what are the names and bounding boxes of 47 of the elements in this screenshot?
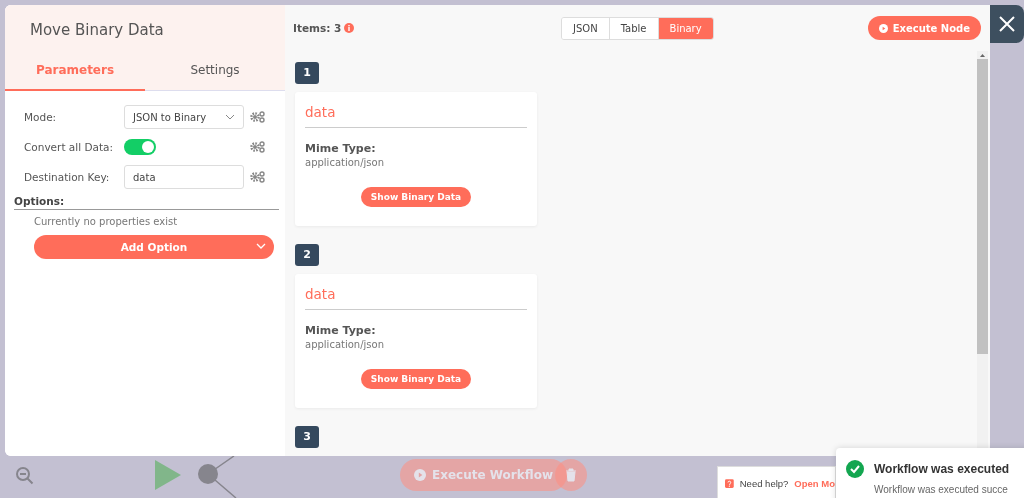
toggle-switch[interactable] — [124, 139, 156, 155]
trash-icon — [565, 468, 577, 482]
show-binary-button[interactable]: Show Binary Data — [360, 187, 472, 207]
zoom-out-icon[interactable] — [15, 466, 35, 486]
chevron-down-icon — [256, 243, 266, 249]
gears-icon[interactable] — [250, 111, 265, 123]
check-circle-icon — [846, 460, 864, 478]
item-index: 3 — [295, 426, 319, 448]
close-icon — [998, 15, 1016, 33]
show-binary-button[interactable]: Show Binary Data — [360, 369, 472, 389]
help-link[interactable]: Open Mo — [794, 477, 835, 489]
mime-label: Mime Type: — [305, 324, 377, 337]
chevron-down-icon — [225, 114, 235, 120]
mime-label: Mime Type: — [305, 142, 377, 155]
toast-title: Workflow was executed — [874, 462, 1010, 476]
gears-icon[interactable] — [250, 141, 265, 153]
add-option-button[interactable]: Add Option — [34, 235, 274, 259]
items-count: Items: 3 — [293, 22, 342, 34]
tab[interactable]: Parameters — [5, 57, 145, 91]
play-circle-icon — [878, 23, 888, 33]
mime-value: application/json — [305, 157, 385, 168]
view-tab[interactable]: Table — [609, 17, 659, 39]
view-tab[interactable]: Binary — [658, 17, 713, 39]
tab[interactable]: Settings — [145, 57, 285, 91]
question-icon — [725, 476, 734, 490]
mode-select[interactable]: JSON to Binary — [124, 105, 244, 129]
field-label: Convert all Data: — [24, 141, 115, 153]
node-title: Move Binary Data — [29, 20, 165, 39]
options-label: Options: — [14, 195, 279, 210]
execute-node-button[interactable]: Execute Node — [867, 16, 981, 40]
help-text: Need help? — [739, 477, 789, 489]
item-index: 1 — [295, 62, 319, 84]
info-icon — [344, 23, 355, 33]
mime-value: application/json — [305, 339, 385, 350]
binary-name: data — [305, 286, 527, 310]
play-circle-icon — [414, 469, 426, 481]
close-button[interactable] — [990, 5, 1024, 43]
gears-icon[interactable] — [250, 171, 265, 183]
empty-text: Currently no properties exist — [34, 216, 178, 227]
field-label: Destination Key: — [24, 171, 111, 183]
input-field[interactable]: data — [124, 165, 244, 189]
scroll-up-icon[interactable] — [979, 51, 986, 59]
field-label: Mode: — [24, 111, 58, 123]
view-tab[interactable]: JSON — [562, 17, 610, 39]
binary-name: data — [305, 104, 527, 128]
toast-message: Workflow was executed succe — [874, 484, 1009, 495]
item-index: 2 — [295, 244, 319, 266]
